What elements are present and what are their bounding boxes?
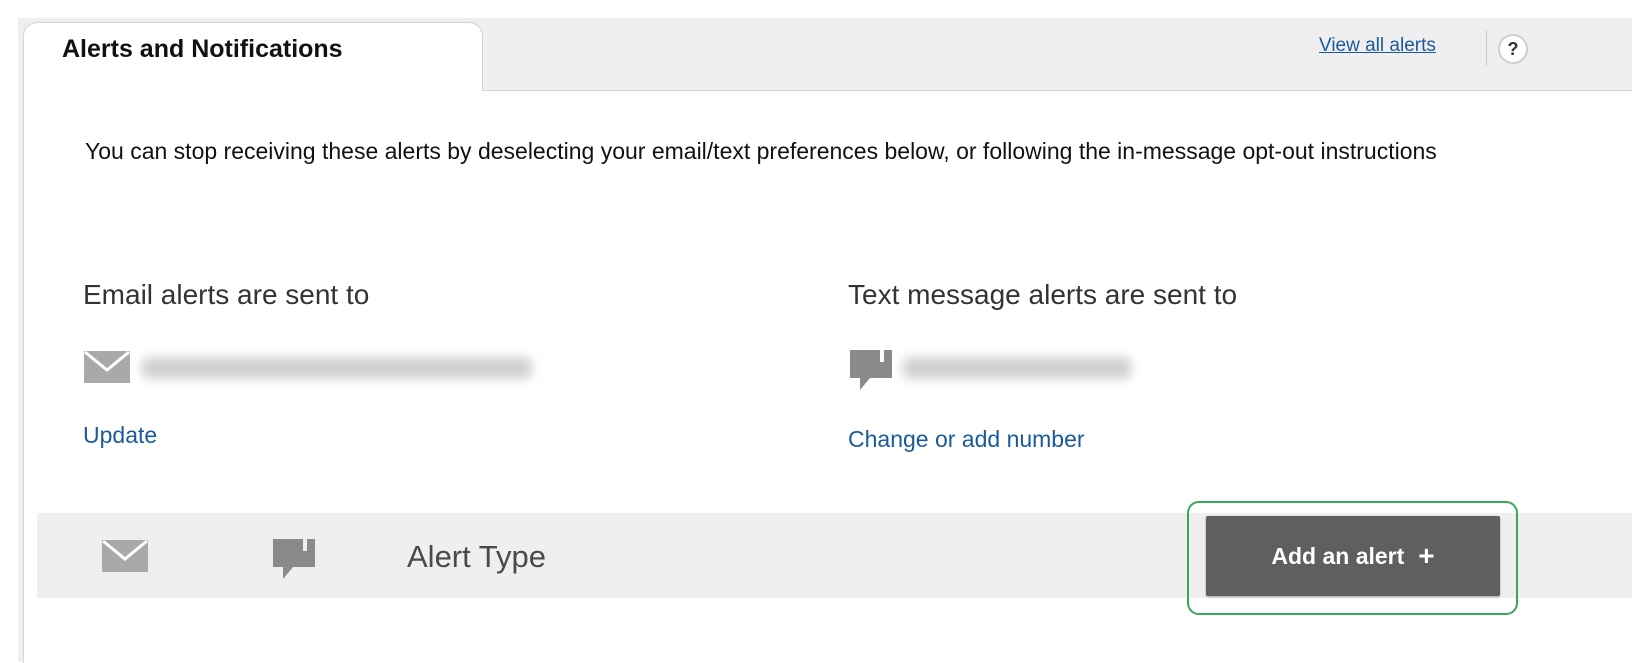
speech-bubble-icon	[273, 539, 315, 579]
email-address-redacted	[142, 357, 532, 379]
add-an-alert-label: Add an alert	[1271, 542, 1405, 569]
alert-type-column-header: Alert Type	[407, 539, 547, 574]
plus-icon: +	[1418, 540, 1435, 571]
speech-bubble-icon	[850, 350, 892, 390]
phone-number-redacted	[903, 357, 1131, 379]
add-an-alert-button[interactable]: Add an alert +	[1206, 516, 1500, 596]
view-all-alerts-link[interactable]: View all alerts	[1319, 35, 1436, 57]
update-email-link[interactable]: Update	[83, 422, 157, 449]
email-heading: Email alerts are sent to	[83, 279, 370, 310]
change-or-add-number-link[interactable]: Change or add number	[848, 426, 1085, 453]
opt-out-description: You can stop receiving these alerts by d…	[85, 138, 1437, 164]
tab-title: Alerts and Notifications	[62, 35, 343, 63]
header-divider	[1486, 30, 1487, 66]
envelope-icon	[84, 350, 130, 383]
text-heading: Text message alerts are sent to	[848, 279, 1238, 310]
help-icon[interactable]: ?	[1498, 34, 1528, 64]
envelope-icon	[102, 539, 148, 572]
